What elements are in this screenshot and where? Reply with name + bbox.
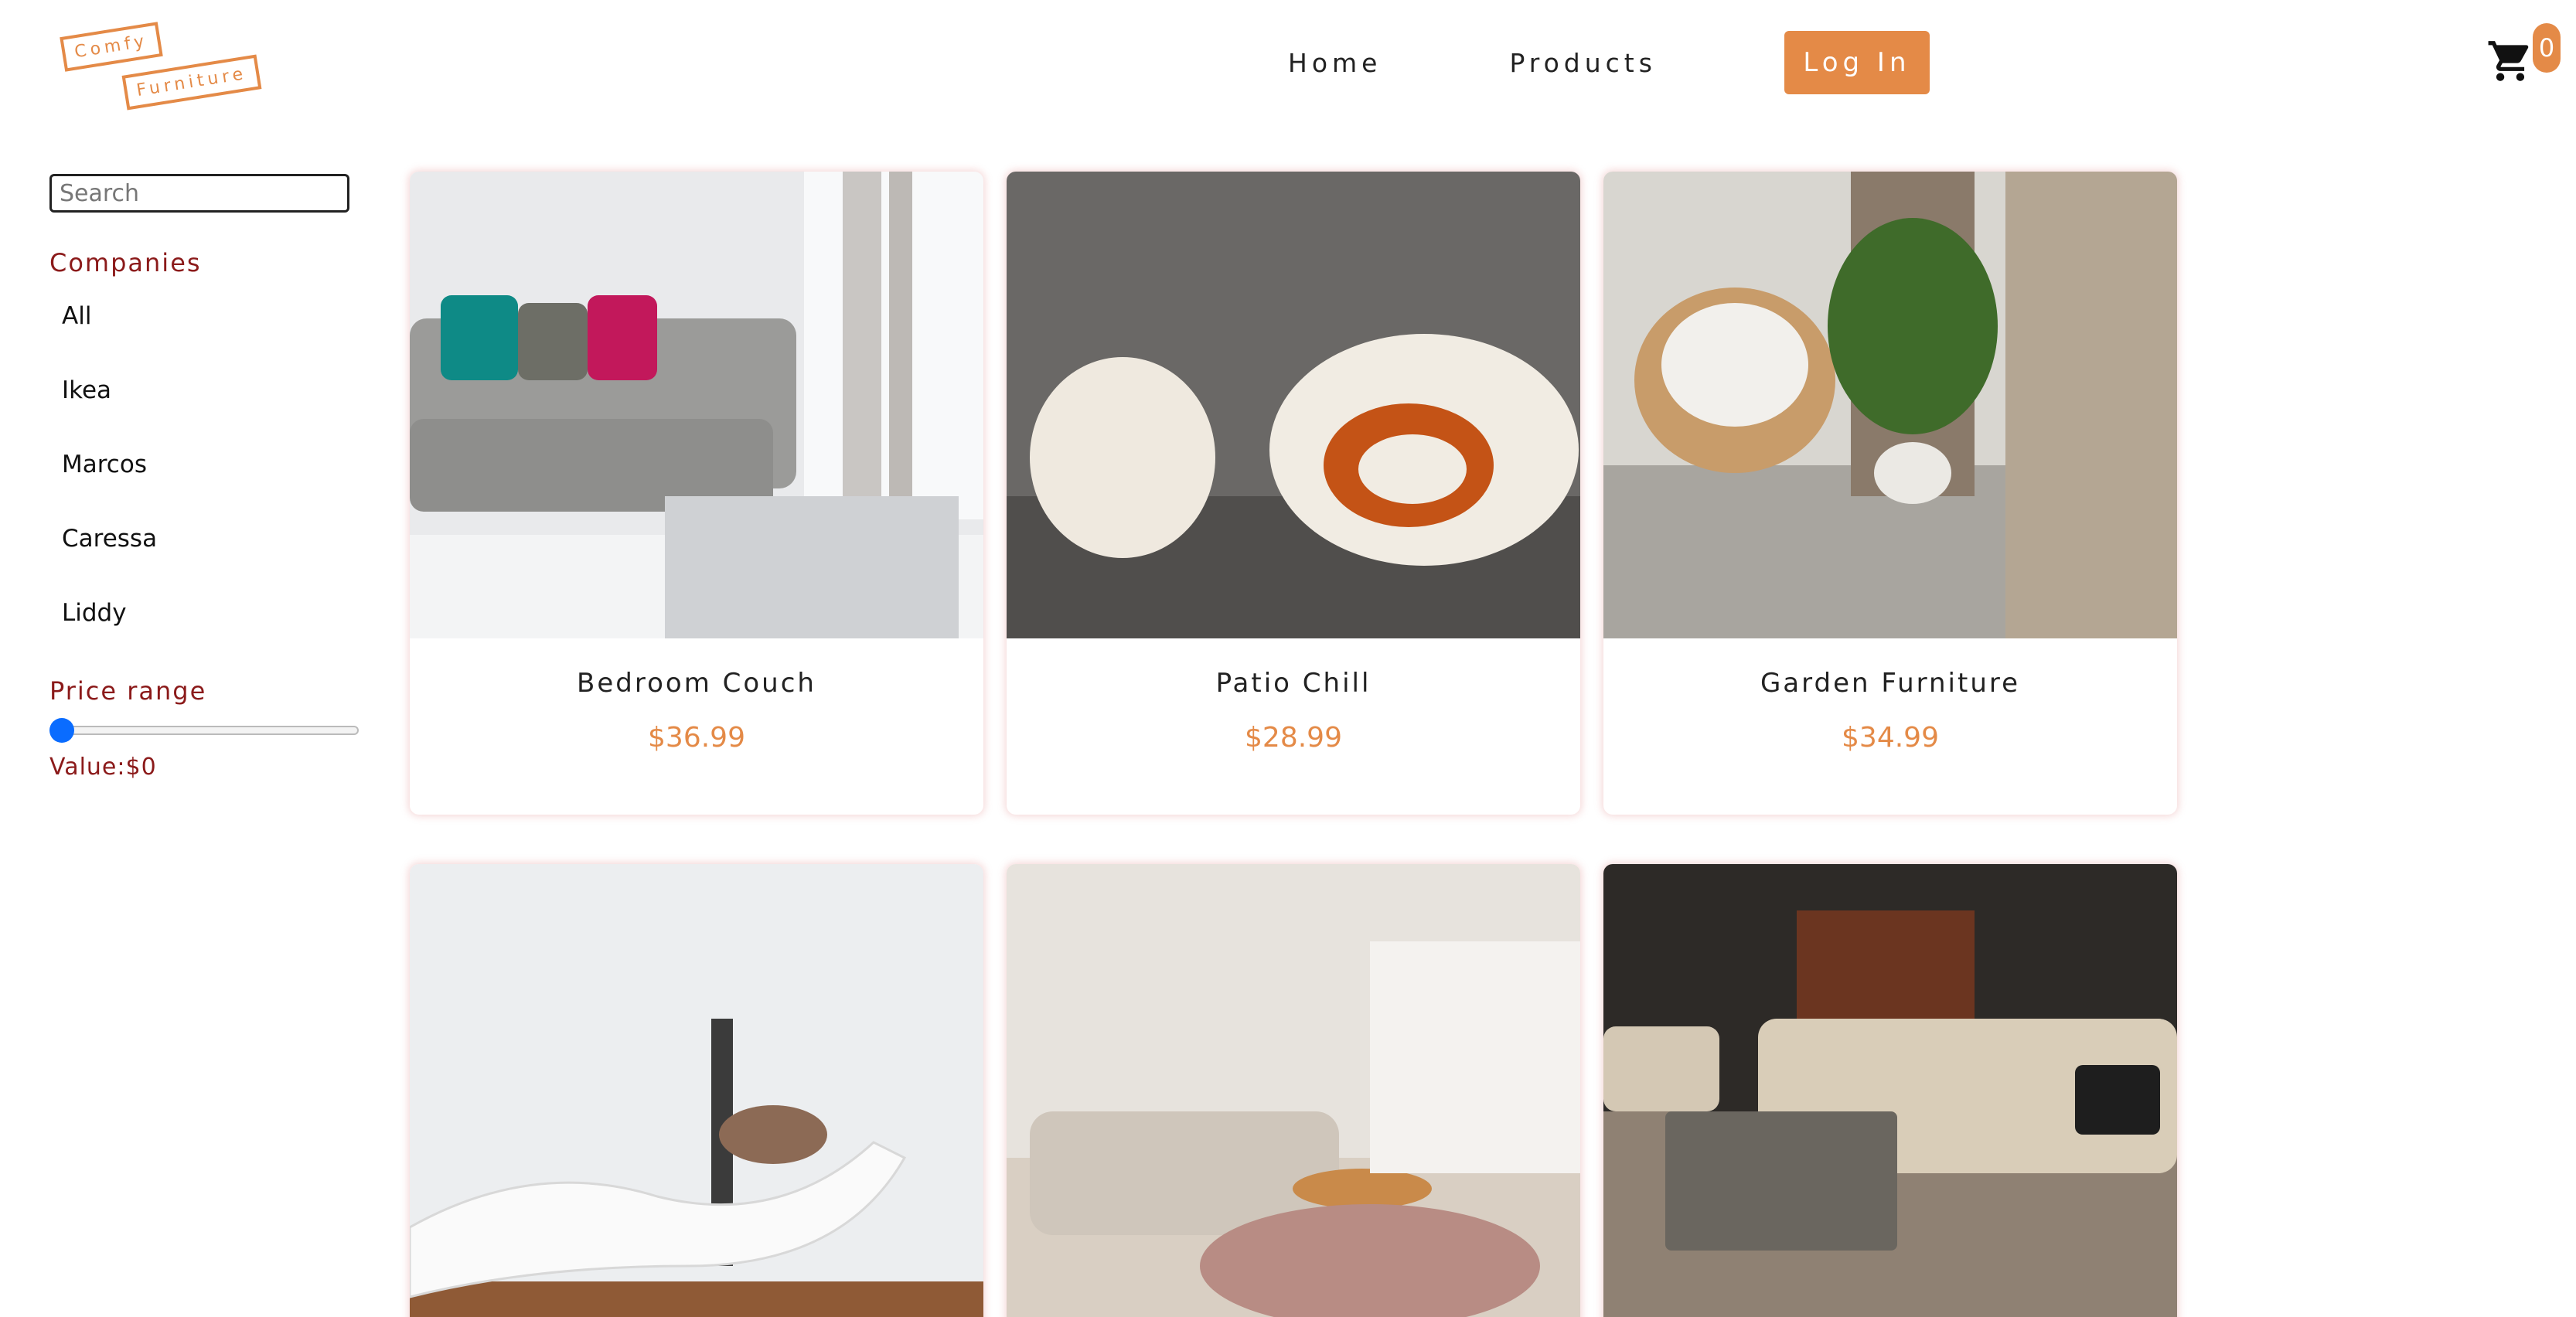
company-filter-liddy[interactable]: Liddy xyxy=(62,597,374,628)
product-card[interactable] xyxy=(1603,864,2177,1317)
logo-word-comfy: Comfy xyxy=(60,22,163,72)
filter-sidebar: Search Companies All Ikea Marcos Caressa… xyxy=(49,174,374,781)
product-image-showroom[interactable] xyxy=(1603,864,2177,1317)
company-filter-all[interactable]: All xyxy=(62,301,374,332)
cart-count-badge: 0 xyxy=(2533,23,2561,73)
slider-thumb[interactable] xyxy=(49,718,74,743)
product-image-garden-furniture[interactable] xyxy=(1603,172,2177,638)
main-nav: Home Products Log In xyxy=(1288,31,1930,94)
shopping-cart-icon[interactable] xyxy=(2486,37,2534,85)
product-price: $36.99 xyxy=(648,722,745,754)
product-card[interactable]: Bedroom Couch $36.99 xyxy=(410,172,983,815)
price-range-slider[interactable] xyxy=(49,716,359,744)
slider-track[interactable] xyxy=(49,726,359,735)
search-input[interactable]: Search xyxy=(49,174,349,213)
brand-logo[interactable]: Comfy Furniture xyxy=(59,22,262,111)
product-price: $28.99 xyxy=(1245,722,1342,754)
nav-home-link[interactable]: Home xyxy=(1288,48,1382,78)
company-filter-ikea[interactable]: Ikea xyxy=(62,375,374,406)
product-image-chaise[interactable] xyxy=(410,864,983,1317)
price-range-heading: Price range xyxy=(49,676,207,706)
product-card[interactable]: Patio Chill $28.99 xyxy=(1007,172,1580,815)
product-card[interactable] xyxy=(410,864,983,1317)
product-name: Garden Furniture xyxy=(1760,668,2021,699)
nav-products-link[interactable]: Products xyxy=(1509,48,1657,78)
product-name: Patio Chill xyxy=(1215,668,1371,699)
product-image-living-room[interactable] xyxy=(1007,864,1580,1317)
company-filter-marcos[interactable]: Marcos xyxy=(62,449,374,480)
product-card[interactable] xyxy=(1007,864,1580,1317)
product-card[interactable]: Garden Furniture $34.99 xyxy=(1603,172,2177,815)
login-button[interactable]: Log In xyxy=(1784,31,1930,94)
price-value-label: Value:$0 xyxy=(49,754,157,781)
companies-heading: Companies xyxy=(49,248,202,277)
logo-word-furniture: Furniture xyxy=(121,54,262,111)
company-filter-caressa[interactable]: Caressa xyxy=(62,523,374,554)
product-image-bedroom-couch[interactable] xyxy=(410,172,983,638)
product-price: $34.99 xyxy=(1842,722,1939,754)
product-image-patio-chill[interactable] xyxy=(1007,172,1580,638)
product-name: Bedroom Couch xyxy=(577,668,816,699)
